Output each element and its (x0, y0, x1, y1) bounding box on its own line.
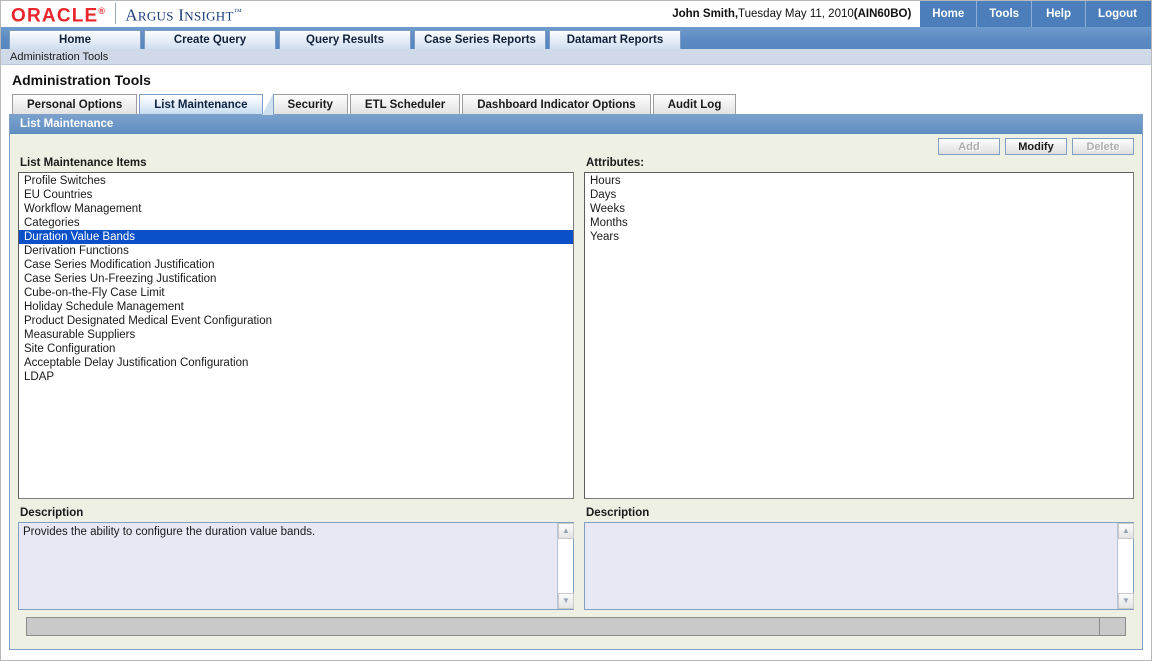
list-item[interactable]: Categories (19, 216, 573, 230)
insight-nsight: NSIGHT (184, 8, 234, 24)
status-bar-resize-grip[interactable] (1100, 618, 1125, 635)
add-button[interactable]: Add (938, 138, 1000, 155)
list-item[interactable]: Measurable Suppliers (19, 328, 573, 342)
user-session-info: John Smith, Tuesday May 11, 2010 (AIN60B… (672, 1, 920, 27)
logo-divider (115, 3, 117, 24)
scroll-up-icon[interactable]: ▲ (1118, 523, 1134, 539)
nav-tab-case-series-reports[interactable]: Case Series Reports (414, 30, 546, 49)
list-item[interactable]: Holiday Schedule Management (19, 300, 573, 314)
tab-audit-log[interactable]: Audit Log (652, 94, 737, 114)
scroll-down-icon[interactable]: ▼ (1118, 593, 1134, 609)
bottom-spacer (18, 636, 1134, 643)
argus-insight-logo: ARGUS INSIGHT™ (125, 2, 242, 26)
attributes-column: Attributes: Hours Days Weeks Months Year… (584, 157, 1134, 610)
list-item[interactable]: Years (585, 230, 1133, 244)
trademark-mark-icon: ™ (233, 6, 242, 16)
app-header: ORACLE® ARGUS INSIGHT™ John Smith, Tuesd… (1, 0, 1151, 27)
list-item[interactable]: Days (585, 188, 1133, 202)
panel-columns: List Maintenance Items Profile Switches … (18, 157, 1134, 610)
list-item[interactable]: Months (585, 216, 1133, 230)
top-nav: Home Tools Help Logout (920, 0, 1151, 27)
right-description-textarea[interactable]: ▲ ▼ (584, 522, 1134, 610)
argus-a: A (125, 5, 138, 25)
list-item[interactable]: Derivation Functions (19, 244, 573, 258)
tab-dashboard-indicator-options[interactable]: Dashboard Indicator Options (462, 94, 651, 114)
nav-tab-home[interactable]: Home (9, 30, 141, 49)
nav-tab-query-results[interactable]: Query Results (279, 30, 411, 49)
branding: ORACLE® ARGUS INSIGHT™ (1, 1, 242, 27)
admin-tab-strip: Personal Options List Maintenance Securi… (1, 93, 1151, 116)
list-maintenance-items-listbox[interactable]: Profile Switches EU Countries Workflow M… (18, 172, 574, 499)
oracle-wordmark: ORACLE (11, 5, 99, 27)
action-button-row: Add Modify Delete (938, 138, 1134, 155)
list-maintenance-panel: List Maintenance Add Modify Delete List … (9, 114, 1143, 650)
left-description-textarea[interactable]: Provides the ability to configure the du… (18, 522, 574, 610)
left-description-text[interactable]: Provides the ability to configure the du… (19, 523, 557, 609)
attributes-label: Attributes: (586, 157, 645, 169)
list-item[interactable]: Acceptable Delay Justification Configura… (19, 356, 573, 370)
list-item[interactable]: Site Configuration (19, 342, 573, 356)
list-item[interactable]: Case Series Modification Justification (19, 258, 573, 272)
panel-header-title: List Maintenance (10, 115, 1142, 134)
argus-rgus: RGUS (137, 8, 174, 24)
right-description-scrollbar[interactable]: ▲ ▼ (1117, 523, 1134, 609)
right-description-text[interactable] (585, 523, 1117, 609)
list-item[interactable]: Workflow Management (19, 202, 573, 216)
left-description-label: Description (20, 507, 84, 519)
nav-tab-create-query[interactable]: Create Query (144, 30, 276, 49)
list-item[interactable]: Profile Switches (19, 174, 573, 188)
status-bar-message (27, 618, 1100, 635)
header-right-group: John Smith, Tuesday May 11, 2010 (AIN60B… (672, 0, 1151, 27)
registered-mark-icon: ® (98, 5, 107, 16)
user-name: John Smith, (672, 7, 739, 20)
delete-button[interactable]: Delete (1072, 138, 1134, 155)
attributes-listbox[interactable]: Hours Days Weeks Months Years (584, 172, 1134, 499)
list-item[interactable]: Product Designated Medical Event Configu… (19, 314, 573, 328)
list-item[interactable]: EU Countries (19, 188, 573, 202)
oracle-logo: ORACLE® (11, 2, 106, 25)
list-item[interactable]: LDAP (19, 370, 573, 384)
list-maintenance-items-column: List Maintenance Items Profile Switches … (18, 157, 574, 610)
tab-security[interactable]: Security (272, 94, 348, 114)
session-date: Tuesday May 11, 2010 (738, 7, 854, 20)
modify-button[interactable]: Modify (1005, 138, 1067, 155)
page-title: Administration Tools (1, 65, 1151, 93)
top-nav-home[interactable]: Home (920, 0, 978, 27)
list-item[interactable]: Weeks (585, 202, 1133, 216)
list-item-selected[interactable]: Duration Value Bands (19, 230, 573, 244)
nav-tab-datamart-reports[interactable]: Datamart Reports (549, 30, 681, 49)
scroll-up-icon[interactable]: ▲ (558, 523, 574, 539)
list-maintenance-items-label: List Maintenance Items (20, 157, 147, 169)
top-nav-logout[interactable]: Logout (1086, 1, 1151, 27)
session-id: (AIN60BO) (853, 7, 912, 20)
left-description-section: Description Provides the ability to conf… (18, 507, 574, 610)
scroll-down-icon[interactable]: ▼ (558, 593, 574, 609)
left-description-scrollbar[interactable]: ▲ ▼ (557, 523, 574, 609)
right-description-label: Description (586, 507, 650, 519)
application-window: ORACLE® ARGUS INSIGHT™ John Smith, Tuesd… (0, 0, 1152, 661)
tab-personal-options[interactable]: Personal Options (12, 94, 138, 114)
primary-navigation-bar: Home Create Query Query Results Case Ser… (1, 27, 1151, 49)
list-item[interactable]: Case Series Un-Freezing Justification (19, 272, 573, 286)
panel-body: Add Modify Delete List Maintenance Items… (10, 134, 1142, 649)
tab-etl-scheduler[interactable]: ETL Scheduler (349, 94, 461, 114)
right-description-section: Description ▲ ▼ (584, 507, 1134, 610)
list-item[interactable]: Cube-on-the-Fly Case Limit (19, 286, 573, 300)
tab-list-maintenance[interactable]: List Maintenance (139, 94, 274, 116)
top-nav-tools[interactable]: Tools (977, 0, 1033, 27)
status-bar (26, 617, 1126, 636)
top-nav-help[interactable]: Help (1032, 0, 1087, 27)
breadcrumb: Administration Tools (1, 49, 1151, 65)
list-item[interactable]: Hours (585, 174, 1133, 188)
